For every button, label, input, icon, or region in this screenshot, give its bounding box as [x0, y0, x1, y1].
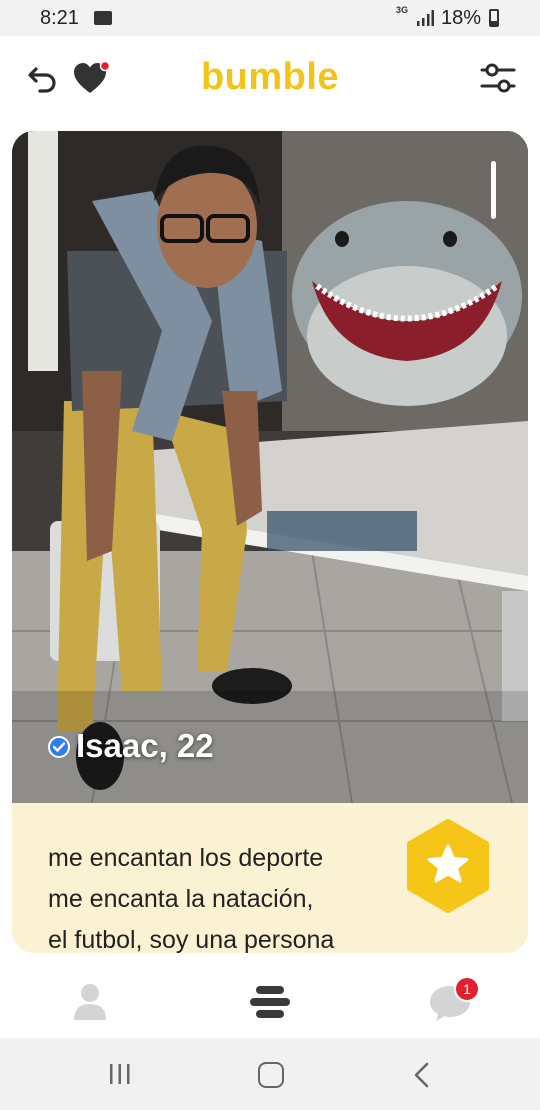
app-header: bumble: [0, 36, 540, 124]
profile-card[interactable]: Isaac, 22 me encantan los deporte me enc…: [12, 131, 528, 953]
profile-bio: me encantan los deporte me encanta la na…: [48, 838, 448, 953]
bio-line: me encanta la natación,: [48, 885, 314, 913]
signal-icon: [417, 10, 434, 26]
bio-line: me encantan los deporte: [48, 844, 324, 872]
discover-icon[interactable]: [248, 982, 292, 1022]
status-time: 8:21: [40, 7, 79, 29]
profile-photo[interactable]: Isaac, 22: [12, 131, 528, 803]
bio-line: el futbol, soy una persona: [48, 926, 335, 953]
battery-percent: 18%: [441, 7, 482, 29]
profile-name-age: Isaac, 22: [76, 727, 214, 764]
verified-badge-icon: [48, 736, 70, 758]
bumble-logo: bumble: [200, 56, 340, 98]
profile-icon[interactable]: [72, 982, 108, 1022]
superswipe-star-button[interactable]: [402, 818, 494, 914]
battery-icon: [489, 9, 499, 27]
system-nav-bar: [0, 1038, 540, 1110]
recent-apps-icon[interactable]: [106, 1062, 134, 1086]
status-bar: 8:21 3G 18%: [0, 0, 540, 36]
back-icon[interactable]: [412, 1062, 432, 1088]
network-type: 3G: [396, 5, 409, 15]
home-icon[interactable]: [258, 1062, 284, 1088]
photo-scroll-indicator: [491, 161, 496, 219]
bottom-nav: 1: [0, 960, 540, 1038]
filter-icon[interactable]: [478, 60, 518, 96]
chat-badge: 1: [454, 976, 480, 1002]
photo-illustration: [12, 131, 528, 803]
gallery-notification-icon: [94, 11, 112, 25]
